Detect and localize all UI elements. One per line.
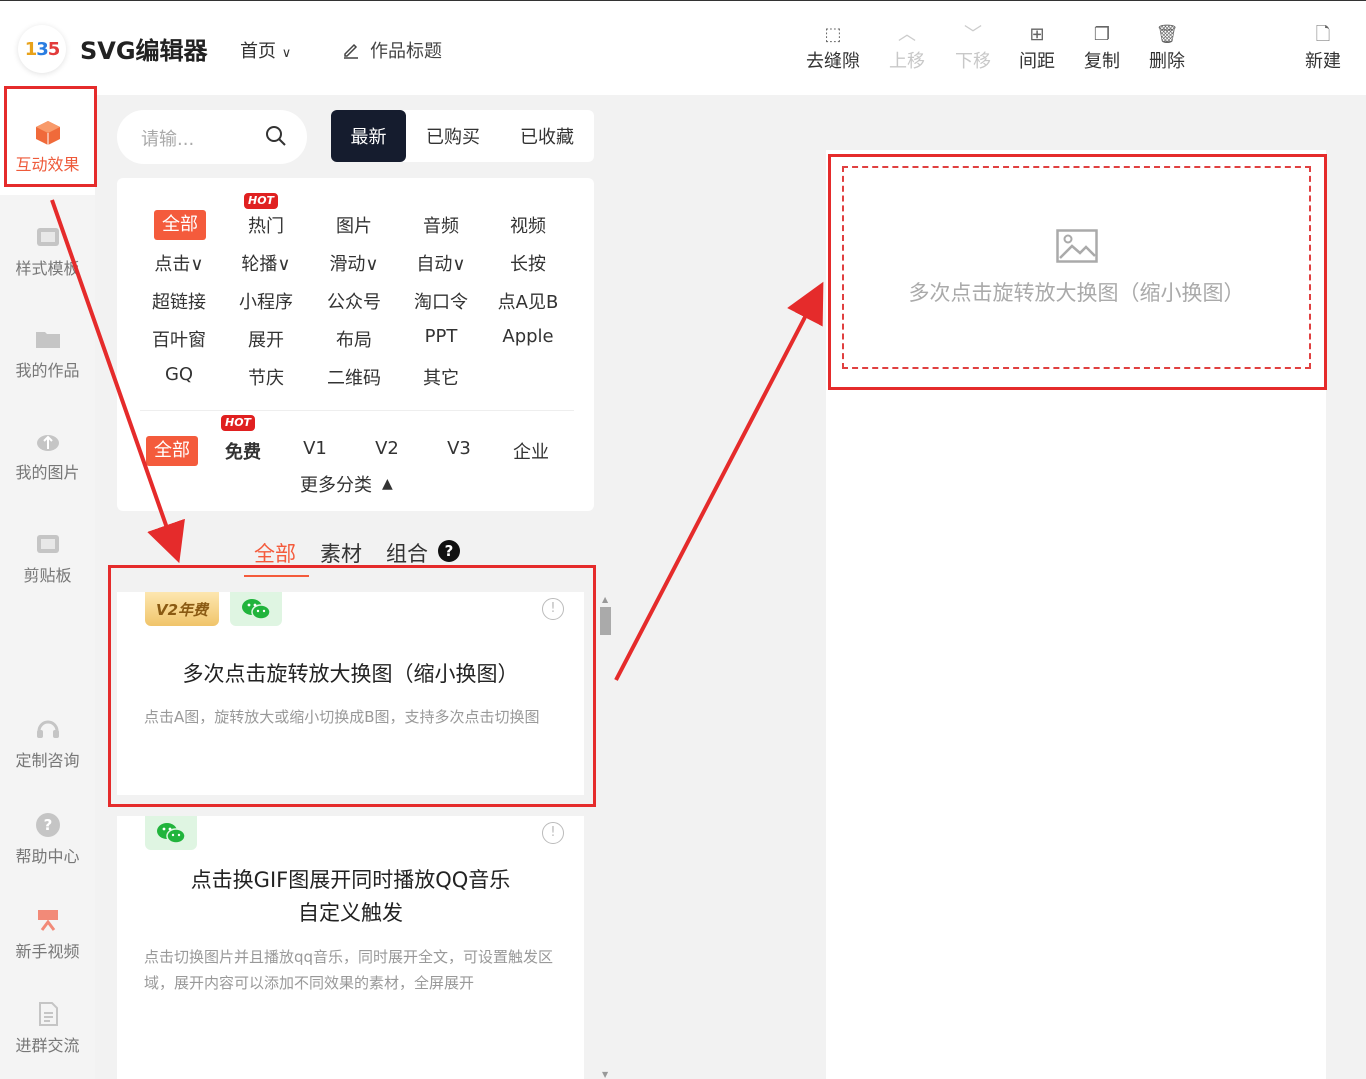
version-enterprise[interactable]: 企业	[495, 438, 567, 464]
category-video[interactable]: 视频	[492, 212, 564, 238]
category-other[interactable]: 其它	[405, 364, 477, 390]
chevron-up-icon: ︿	[898, 24, 916, 45]
type-tab-combo[interactable]: 组合	[386, 538, 428, 568]
help-icon[interactable]: ?	[438, 540, 460, 562]
sort-tabs: 最新 已购买 已收藏	[331, 110, 594, 162]
remove-gap-button[interactable]: ⬚ 去缝隙	[798, 23, 868, 73]
category-auto[interactable]: 自动∨	[405, 250, 477, 276]
version-v2[interactable]: V2	[351, 438, 423, 459]
category-divider	[140, 410, 574, 411]
folder-icon	[35, 332, 60, 348]
category-hot[interactable]: 热门	[230, 212, 302, 238]
hot-badge: HOT	[219, 413, 258, 433]
tab-latest[interactable]: 最新	[331, 110, 406, 162]
category-miniprogram[interactable]: 小程序	[230, 288, 302, 314]
move-up-button[interactable]: ︿ 上移	[872, 23, 942, 73]
version-v3[interactable]: V3	[423, 438, 495, 459]
new-file-icon: 🗋	[1315, 24, 1331, 45]
type-tab-material[interactable]: 素材	[320, 538, 362, 568]
sidebar-item-tutorial[interactable]: 新手视频	[0, 906, 95, 962]
headset-icon	[36, 720, 59, 738]
category-image[interactable]: 图片	[318, 212, 390, 238]
home-menu[interactable]: 首页 ∨	[240, 37, 291, 63]
sidebar: 互动效果 样式模板 我的作品 我的图片 剪贴板 定制咨询 ? 帮助中心 新手视频…	[0, 95, 95, 1079]
more-categories-toggle[interactable]: 更多分类 ▲	[300, 471, 393, 497]
category-a-see-b[interactable]: 点A见B	[492, 288, 564, 314]
gap-icon: ⬚	[824, 24, 842, 45]
app-logo[interactable]: 135	[18, 25, 66, 73]
version-all[interactable]: 全部	[146, 436, 198, 466]
sidebar-item-consult[interactable]: 定制咨询	[0, 715, 95, 771]
move-down-button[interactable]: ﹀ 下移	[938, 23, 1008, 73]
pencil-icon	[344, 43, 358, 59]
annotation-box-sidebar	[4, 86, 97, 187]
triangle-up-icon: ▲	[382, 476, 393, 492]
search-icon[interactable]	[265, 125, 287, 147]
version-v1[interactable]: V1	[279, 438, 351, 459]
sidebar-item-group[interactable]: 进群交流	[0, 1000, 95, 1056]
annotation-box-canvas	[828, 154, 1327, 390]
category-expand[interactable]: 展开	[230, 326, 302, 352]
category-official-account[interactable]: 公众号	[318, 288, 390, 314]
spacing-button[interactable]: ⊞ 间距	[1002, 23, 1072, 73]
scroll-down-icon[interactable]: ▼	[602, 1070, 608, 1079]
hot-badge: HOT	[242, 191, 281, 211]
category-ppt[interactable]: PPT	[405, 326, 477, 347]
category-carousel[interactable]: 轮播∨	[230, 250, 302, 276]
tab-purchased[interactable]: 已购买	[406, 110, 500, 162]
scrollbar-thumb[interactable]	[600, 607, 611, 635]
spacing-icon: ⊞	[1029, 24, 1045, 45]
sidebar-item-my-images[interactable]: 我的图片	[0, 427, 95, 483]
card-title-line2: 自定义触发	[298, 901, 403, 925]
category-festival[interactable]: 节庆	[230, 364, 302, 390]
category-gq[interactable]: GQ	[143, 364, 215, 385]
info-icon[interactable]: !	[542, 822, 564, 844]
trash-icon: 🗑	[1155, 24, 1179, 45]
cloud-upload-icon	[36, 435, 59, 451]
chevron-down-icon: ∨	[281, 46, 292, 61]
category-slide[interactable]: 滑动∨	[318, 250, 390, 276]
chevron-down-icon: ﹀	[964, 24, 982, 45]
svg-text:?: ?	[43, 816, 52, 834]
help-icon: ?	[35, 813, 60, 837]
sidebar-item-clipboard[interactable]: 剪贴板	[0, 530, 95, 586]
panel-scrollbar[interactable]: ▲ ▼	[599, 595, 612, 1079]
category-all[interactable]: 全部	[154, 210, 206, 240]
copy-button[interactable]: ❐ 复制	[1067, 23, 1137, 73]
delete-button[interactable]: 🗑 删除	[1132, 23, 1202, 73]
category-apple[interactable]: Apple	[492, 326, 564, 347]
search-input[interactable]: 请输...	[117, 110, 307, 164]
category-layout[interactable]: 布局	[318, 326, 390, 352]
category-blinds[interactable]: 百叶窗	[143, 326, 215, 352]
copy-icon: ❐	[1093, 24, 1111, 45]
wechat-icon	[145, 816, 197, 850]
app-title: SVG编辑器	[80, 37, 208, 65]
top-bar: 135 SVG编辑器 首页 ∨ 作品标题 ⬚ 去缝隙 ︿ 上移 ﹀ 下移 ⊞ 间距 ❐ 复…	[0, 0, 1366, 95]
document-icon	[38, 1002, 58, 1026]
video-board-icon	[37, 910, 58, 931]
annotation-box-card	[108, 565, 596, 807]
category-audio[interactable]: 音频	[405, 212, 477, 238]
card-title: 点击换GIF图展开同时播放QQ音乐	[190, 868, 511, 892]
category-hyperlink[interactable]: 超链接	[143, 288, 215, 314]
effect-card[interactable]: ! 点击换GIF图展开同时播放QQ音乐 自定义触发 点击切换图片并且播放qq音乐…	[117, 816, 584, 1079]
category-taobao-code[interactable]: 淘口令	[405, 288, 477, 314]
sidebar-item-my-works[interactable]: 我的作品	[0, 325, 95, 381]
version-free[interactable]: 免费	[207, 438, 279, 464]
image-frame-icon	[36, 228, 59, 246]
type-tab-all[interactable]: 全部	[254, 538, 296, 568]
work-title-field[interactable]: 作品标题	[342, 37, 442, 63]
tab-favorites[interactable]: 已收藏	[500, 110, 594, 162]
category-click[interactable]: 点击∨	[143, 250, 215, 276]
category-qrcode[interactable]: 二维码	[318, 364, 390, 390]
sidebar-item-templates[interactable]: 样式模板	[0, 223, 95, 279]
card-description: 点击切换图片并且播放qq音乐，同时展开全文，可设置触发区域，展开内容可以添加不同…	[144, 948, 554, 992]
scroll-up-icon[interactable]: ▲	[602, 595, 608, 604]
new-button[interactable]: 🗋 新建	[1288, 23, 1358, 73]
sidebar-item-help[interactable]: ? 帮助中心	[0, 811, 95, 867]
clipboard-icon	[36, 535, 59, 553]
category-longpress[interactable]: 长按	[492, 250, 564, 276]
